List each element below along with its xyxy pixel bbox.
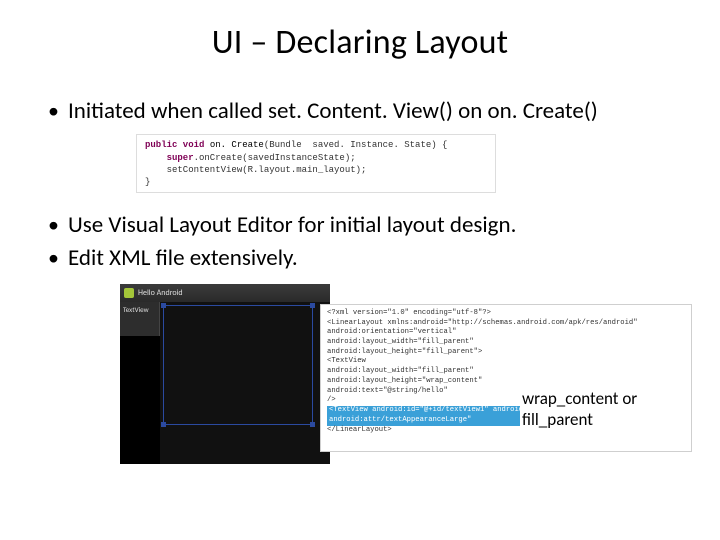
code-token: on. Create xyxy=(210,140,264,150)
code-token: super xyxy=(145,153,194,163)
code-token: public void xyxy=(145,140,210,150)
code-snippet-oncreate: public void on. Create(Bundle saved. Ins… xyxy=(136,134,496,193)
xml-line: <?xml version="1.0" encoding="utf-8"?> xyxy=(327,309,685,319)
bullet-list-2: Use Visual Layout Editor for initial lay… xyxy=(46,211,674,274)
android-icon xyxy=(124,288,134,298)
slide: UI – Declaring Layout Initiated when cal… xyxy=(0,0,720,540)
resize-handle xyxy=(310,422,315,427)
resize-handle xyxy=(161,303,166,308)
editor-canvas xyxy=(160,302,330,464)
xml-line: <TextView xyxy=(327,357,685,367)
bullet-3: Edit XML file extensively. xyxy=(46,244,674,273)
xml-line: android:layout_height="fill_parent"> xyxy=(327,348,685,358)
annotation-caption: wrap_content or fill_parent xyxy=(520,388,690,430)
xml-line: android:layout_width="fill_parent" xyxy=(327,338,685,348)
code-token: (Bundle saved. Instance. State) { xyxy=(264,140,448,150)
xml-line: <LinearLayout xmlns:android="http://sche… xyxy=(327,319,685,329)
xml-line: android:orientation="vertical" xyxy=(327,328,685,338)
resize-handle xyxy=(310,303,315,308)
editor-sidebar: TextView xyxy=(120,302,160,336)
editor-sidebar-item: TextView xyxy=(120,302,159,317)
xml-line: android:layout_height="wrap_content" xyxy=(327,377,685,387)
slide-title: UI – Declaring Layout xyxy=(46,22,674,63)
xml-line: android:layout_width="fill_parent" xyxy=(327,367,685,377)
code-token: setContentView(R.layout.main_layout); xyxy=(145,165,366,175)
resize-handle xyxy=(161,422,166,427)
layout-editor-screenshot: Hello Android TextView xyxy=(120,284,330,464)
bullet-2: Use Visual Layout Editor for initial lay… xyxy=(46,211,674,240)
bullet-1: Initiated when called set. Content. View… xyxy=(46,97,674,126)
code-token: .onCreate(savedInstanceState); xyxy=(194,153,356,163)
selection-frame xyxy=(163,305,313,425)
code-token: } xyxy=(145,177,150,187)
bullet-list: Initiated when called set. Content. View… xyxy=(46,97,674,126)
editor-title: Hello Android xyxy=(138,288,183,298)
editor-titlebar: Hello Android xyxy=(120,284,330,302)
screenshot-row: Hello Android TextView <?xml version="1.… xyxy=(120,284,690,474)
